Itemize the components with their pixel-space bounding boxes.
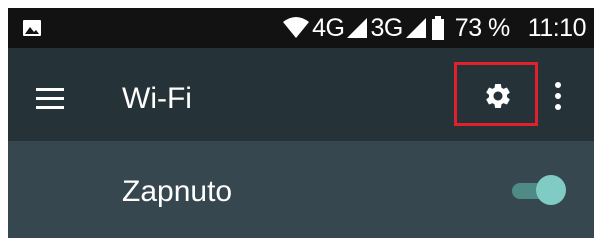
wifi-icon (283, 17, 310, 38)
wifi-switch[interactable] (512, 175, 566, 205)
clock: 11:10 (527, 13, 587, 42)
signal-icon (347, 18, 368, 38)
page-title: Wi-Fi (122, 82, 192, 115)
menu-icon[interactable] (36, 88, 66, 110)
settings-button[interactable] (454, 62, 538, 126)
battery-icon (431, 16, 444, 40)
status-bar: 4G 3G 73 % 11:10 (8, 8, 594, 48)
status-indicators: 4G 3G 73 % 11:10 (282, 8, 587, 48)
network-4g-label: 4G (312, 13, 345, 42)
list-divider (8, 238, 594, 240)
image-icon (23, 20, 41, 36)
gear-icon (486, 84, 510, 108)
wifi-toggle-label: Zapnuto (122, 175, 233, 208)
android-screen: 4G 3G 73 % 11:10 Wi-Fi Zapnuto (8, 8, 594, 240)
network-3g-label: 3G (370, 13, 403, 42)
more-options-button[interactable] (550, 80, 566, 112)
wifi-toggle-row[interactable]: Zapnuto (8, 141, 594, 238)
signal-icon (405, 18, 426, 38)
app-bar: Wi-Fi (8, 48, 594, 141)
switch-thumb (536, 175, 566, 205)
battery-percentage: 73 % (454, 13, 510, 42)
more-vert-icon (555, 82, 561, 88)
